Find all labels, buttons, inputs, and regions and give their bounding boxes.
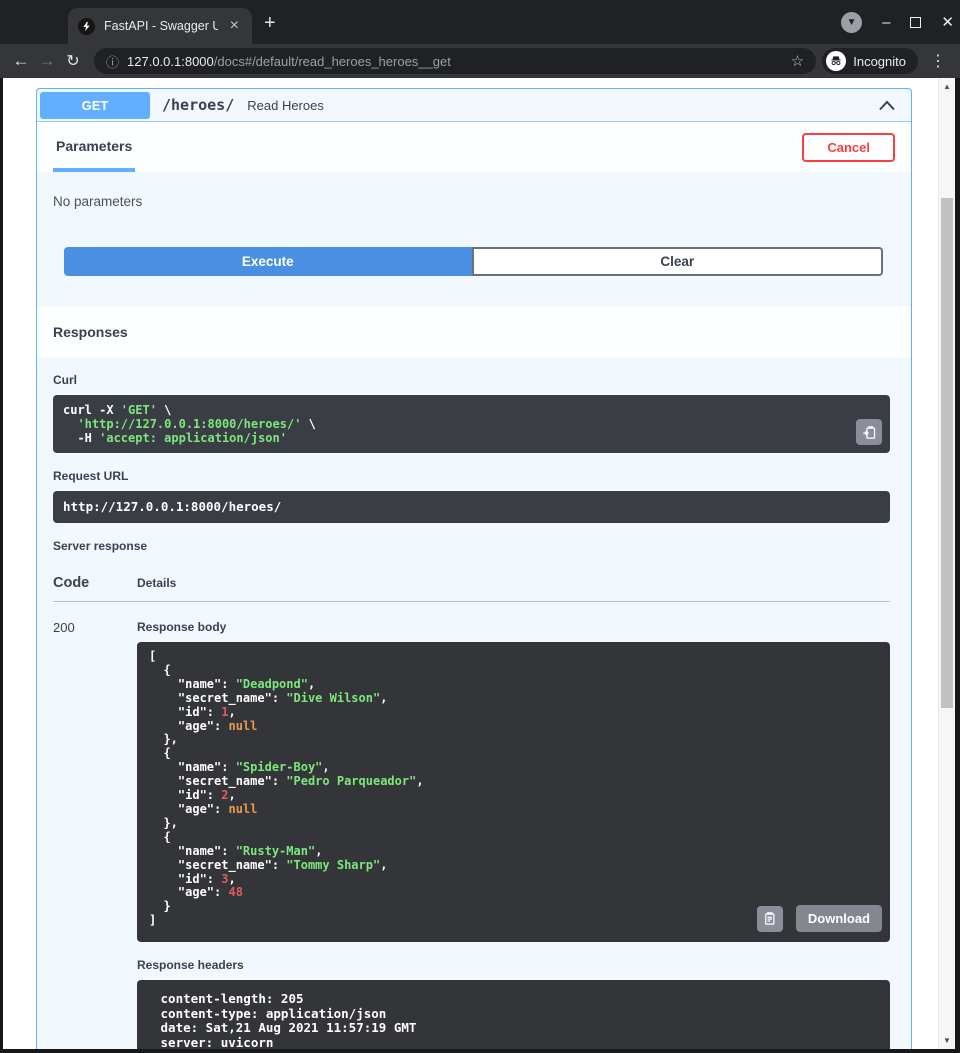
request-url-block: http://127.0.0.1:8000/heroes/: [53, 491, 890, 523]
scroll-down-icon[interactable]: ▼: [939, 1036, 955, 1045]
browser-tab[interactable]: FastAPI - Swagger UI ×: [68, 8, 252, 44]
tab-parameters[interactable]: Parameters: [53, 122, 135, 172]
server-response-label: Server response: [53, 539, 890, 553]
method-badge[interactable]: GET: [40, 92, 150, 119]
browser-toolbar: ← → ↻ ⓘ 127.0.0.1:8000/docs#/default/rea…: [0, 44, 960, 78]
responses-title: Responses: [53, 324, 128, 340]
responses-body: Curl curl -X 'GET' \ 'http://127.0.0.1:8…: [37, 357, 911, 1049]
url-text[interactable]: 127.0.0.1:8000/docs#/default/read_heroes…: [127, 54, 783, 69]
status-code: 200: [53, 618, 137, 1049]
url-bar[interactable]: ⓘ 127.0.0.1:8000/docs#/default/read_hero…: [94, 48, 816, 74]
endpoint-summary: Read Heroes: [247, 98, 324, 113]
kebab-menu-icon[interactable]: ⋮: [924, 51, 952, 71]
page-info-icon[interactable]: ⓘ: [106, 52, 119, 71]
swagger-page: GET /heroes/ Read Heroes Parameters Canc…: [3, 78, 938, 1049]
copy-curl-button[interactable]: [856, 419, 882, 445]
tab-strip: FastAPI - Swagger UI × + ▼ – ✕: [0, 0, 960, 44]
response-headers-block: content-length: 205 content-type: applic…: [137, 980, 890, 1049]
scroll-up-icon[interactable]: ▲: [939, 82, 955, 91]
response-row-200: 200 Response body [ { "name": "Deadpond"…: [53, 618, 890, 1049]
response-body-block: [ { "name": "Deadpond", "secret_name": "…: [137, 642, 890, 942]
response-headers-label: Response headers: [137, 958, 890, 972]
no-parameters-text: No parameters: [37, 172, 911, 247]
url-host: 127.0.0.1:8000: [127, 54, 214, 69]
tab-search-icon[interactable]: ▼: [841, 12, 862, 33]
response-table-header: Code Details: [53, 561, 890, 602]
browser-window: FastAPI - Swagger UI × + ▼ – ✕ ← → ↻ ⓘ 1…: [0, 0, 960, 1053]
forward-button[interactable]: →: [34, 51, 60, 71]
page-scrollbar[interactable]: ▲ ▼: [938, 78, 955, 1049]
response-body-json: [ { "name": "Deadpond", "secret_name": "…: [149, 650, 878, 928]
download-button[interactable]: Download: [796, 905, 882, 932]
new-tab-button[interactable]: +: [264, 13, 276, 33]
tab-close-icon[interactable]: ×: [227, 18, 242, 34]
cancel-button[interactable]: Cancel: [802, 133, 895, 162]
window-controls: ▼ – ✕: [841, 0, 954, 44]
back-button[interactable]: ←: [8, 51, 34, 71]
opblock-summary[interactable]: GET /heroes/ Read Heroes: [37, 89, 911, 122]
minimize-button[interactable]: –: [882, 15, 890, 30]
bookmark-star-icon[interactable]: ☆: [791, 52, 804, 70]
curl-command-block: curl -X 'GET' \ 'http://127.0.0.1:8000/h…: [53, 395, 890, 453]
fastapi-favicon-icon: [78, 18, 95, 35]
copy-response-button[interactable]: [757, 906, 783, 932]
details-column-header: Details: [137, 576, 176, 591]
responses-header-row: Responses: [37, 307, 911, 357]
curl-label: Curl: [53, 373, 890, 387]
reload-button[interactable]: ↻: [60, 51, 86, 71]
endpoint-path: /heroes/: [162, 96, 234, 114]
response-details: Response body [ { "name": "Deadpond", "s…: [137, 618, 890, 1049]
incognito-label: Incognito: [853, 54, 906, 69]
page-content: GET /heroes/ Read Heroes Parameters Canc…: [3, 78, 955, 1049]
response-body-actions: Download: [757, 905, 882, 932]
execute-row: Execute Clear: [37, 247, 911, 276]
incognito-badge: Incognito: [822, 48, 918, 74]
response-body-label: Response body: [137, 620, 890, 634]
url-path: /docs#/default/read_heroes_heroes__get: [214, 54, 451, 69]
clear-button[interactable]: Clear: [472, 247, 884, 276]
scrollbar-thumb[interactable]: [941, 198, 953, 708]
response-headers-text: content-length: 205 content-type: applic…: [153, 992, 874, 1049]
code-column-header: Code: [53, 575, 137, 591]
maximize-button[interactable]: [910, 17, 921, 28]
request-url-text: http://127.0.0.1:8000/heroes/: [63, 500, 880, 514]
tab-title: FastAPI - Swagger UI: [104, 19, 218, 33]
request-url-label: Request URL: [53, 469, 890, 483]
close-window-button[interactable]: ✕: [941, 15, 954, 30]
opblock-get-heroes: GET /heroes/ Read Heroes Parameters Canc…: [36, 88, 912, 1049]
parameters-header-row: Parameters Cancel: [37, 122, 911, 172]
incognito-icon: [826, 51, 846, 71]
execute-button[interactable]: Execute: [64, 247, 472, 276]
chevron-up-icon[interactable]: [877, 97, 897, 114]
curl-command-text: curl -X 'GET' \ 'http://127.0.0.1:8000/h…: [63, 403, 880, 445]
